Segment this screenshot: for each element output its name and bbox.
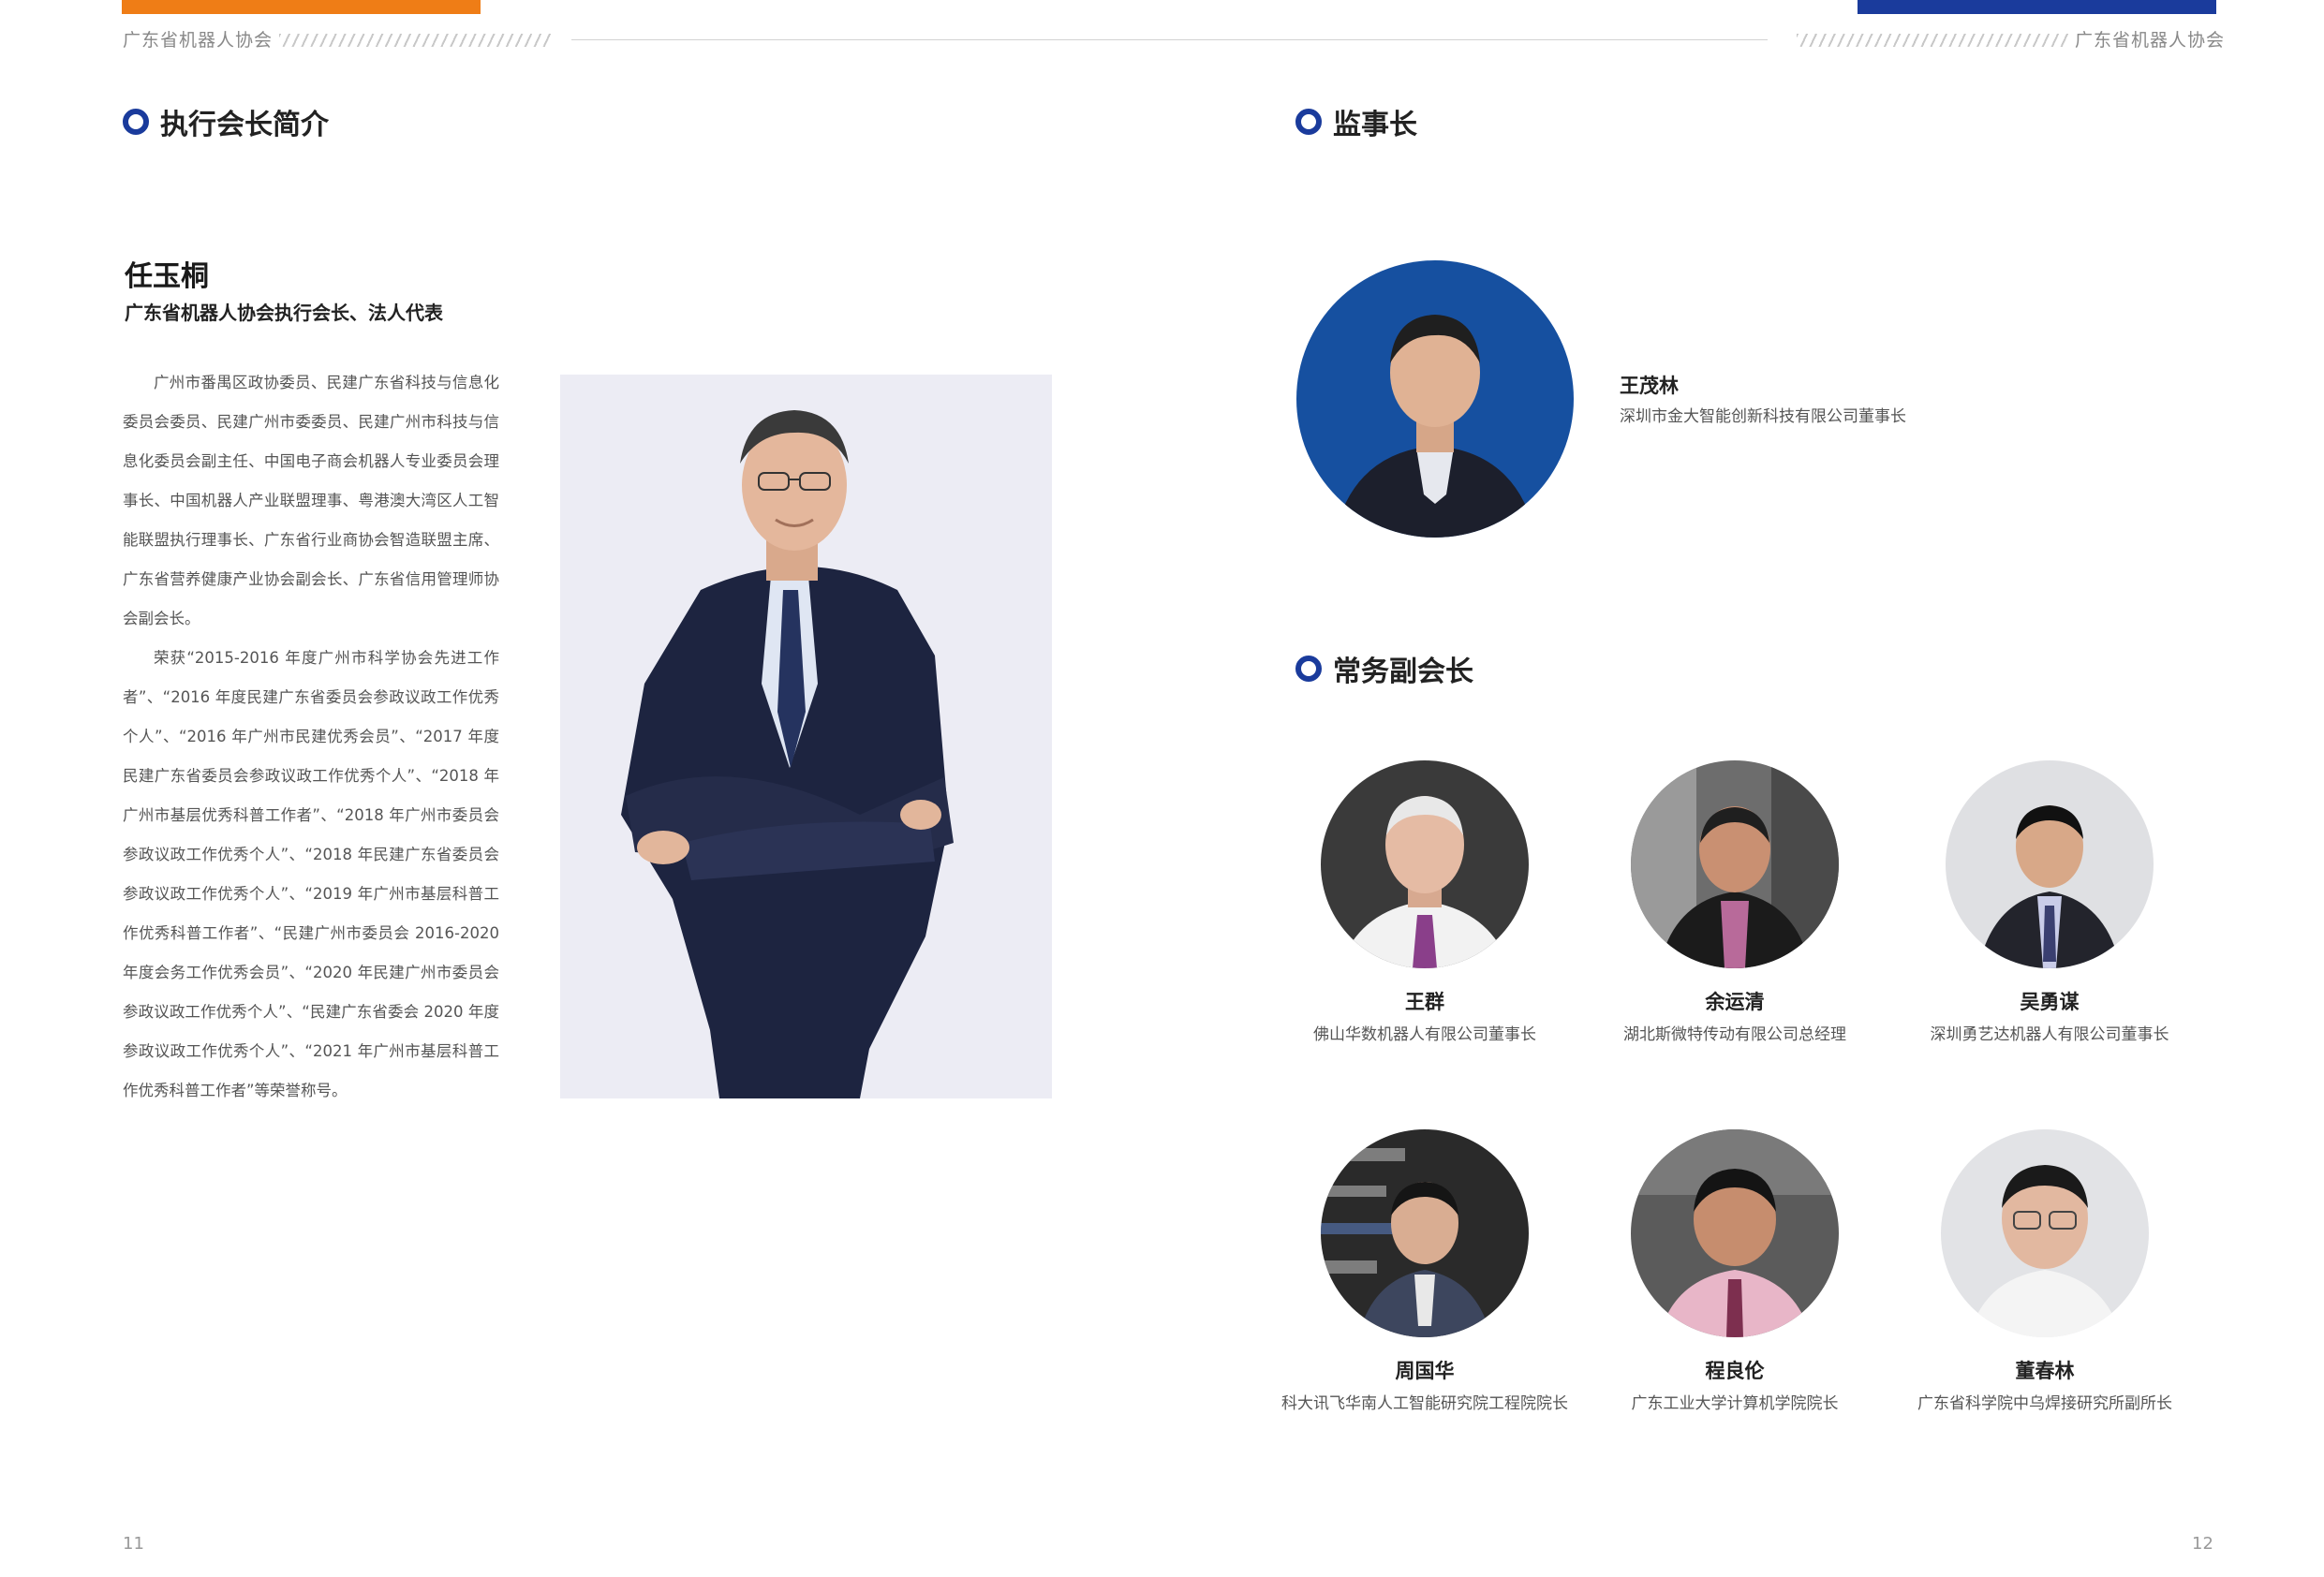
avatar-portrait-icon — [1631, 1129, 1839, 1337]
vp-avatar — [1631, 760, 1839, 968]
section-bullet-icon — [1295, 109, 1322, 135]
bio-paragraph: 荣获“2015-2016 年度广州市科学协会先进工作者”、“2016 年度民建广… — [123, 649, 499, 1099]
header-divider — [571, 39, 1768, 40]
avatar-portrait-icon — [1321, 1148, 1491, 1337]
vp-title: 广东工业大学计算机学院院长 — [1631, 1394, 1839, 1413]
supervisor-info: 王茂林 深圳市金大智能创新科技有限公司董事长 — [1620, 371, 1906, 426]
portrait-photo — [560, 375, 1052, 1098]
section-title: 监事长 — [1333, 109, 1417, 141]
vp-title: 科大讯飞华南人工智能研究院工程院院长 — [1281, 1394, 1568, 1413]
vp-card: 周国华 科大讯飞华南人工智能研究院工程院院长 — [1256, 1129, 1593, 1413]
vp-title: 广东省科学院中乌焊接研究所副所长 — [1917, 1394, 2172, 1413]
header-hatch-left — [279, 34, 551, 47]
vp-name: 周国华 — [1395, 1360, 1455, 1382]
header-accent-bar-left — [122, 0, 481, 14]
header-accent-bar-right — [1858, 0, 2216, 14]
section-supervisor: 监事长 — [1295, 101, 1417, 142]
vp-avatar — [1321, 1129, 1529, 1337]
vp-card: 王群 佛山华数机器人有限公司董事长 — [1256, 760, 1593, 1044]
section-bullet-icon — [123, 109, 149, 135]
vp-card: 余运清 湖北斯微特传动有限公司总经理 — [1566, 760, 1903, 1044]
vp-title: 湖北斯微特传动有限公司总经理 — [1623, 1025, 1846, 1044]
vp-name: 吴勇谋 — [2020, 991, 2080, 1013]
vp-name: 程良伦 — [1705, 1360, 1765, 1382]
bio-paragraph: 广州市番禺区政协委员、民建广东省科技与信息化委员会委员、民建广州市委委员、民建广… — [123, 374, 499, 627]
avatar-portrait-icon — [1631, 760, 1839, 968]
section-title: 执行会长简介 — [160, 109, 329, 141]
header-org-left: 广东省机器人协会 — [123, 30, 274, 51]
section-bullet-icon — [1295, 656, 1322, 682]
avatar-portrait-icon — [1334, 315, 1536, 538]
vp-avatar — [1631, 1129, 1839, 1337]
section-vice-presidents: 常务副会长 — [1295, 648, 1473, 689]
vp-card: 程良伦 广东工业大学计算机学院院长 — [1566, 1129, 1903, 1413]
section-title: 常务副会长 — [1333, 656, 1473, 688]
avatar-portrait-icon — [1340, 796, 1510, 968]
avatar-portrait-icon — [1978, 805, 2121, 968]
section-exec-president: 执行会长简介 — [123, 101, 329, 142]
person-role: 广东省机器人协会执行会长、法人代表 — [125, 302, 443, 324]
supervisor-title: 深圳市金大智能创新科技有限公司董事长 — [1620, 407, 1906, 426]
portrait-man-in-suit-image — [621, 410, 954, 1098]
supervisor-name: 王茂林 — [1620, 375, 1679, 397]
header-hatch-right — [1797, 34, 2068, 47]
vp-title: 深圳勇艺达机器人有限公司董事长 — [1930, 1025, 2169, 1044]
vp-name: 董春林 — [2015, 1360, 2075, 1382]
avatar-portrait-icon — [1969, 1165, 2121, 1337]
vp-card: 吴勇谋 深圳勇艺达机器人有限公司董事长 — [1881, 760, 2218, 1044]
vp-avatar — [1321, 760, 1529, 968]
supervisor-avatar — [1296, 260, 1574, 538]
vp-title: 佛山华数机器人有限公司董事长 — [1313, 1025, 1536, 1044]
vp-avatar — [1946, 760, 2154, 968]
header-org-right: 广东省机器人协会 — [2075, 30, 2226, 51]
bio-text: 广州市番禺区政协委员、民建广东省科技与信息化委员会委员、民建广州市委委员、民建广… — [123, 363, 499, 1111]
page-number-left: 11 — [123, 1534, 144, 1554]
vp-avatar — [1941, 1129, 2149, 1337]
vp-name: 王群 — [1405, 991, 1444, 1013]
vp-card: 董春林 广东省科学院中乌焊接研究所副所长 — [1876, 1129, 2213, 1413]
person-name: 任玉桐 — [125, 260, 209, 293]
page-number-right: 12 — [2192, 1534, 2213, 1554]
vp-name: 余运清 — [1705, 991, 1765, 1013]
